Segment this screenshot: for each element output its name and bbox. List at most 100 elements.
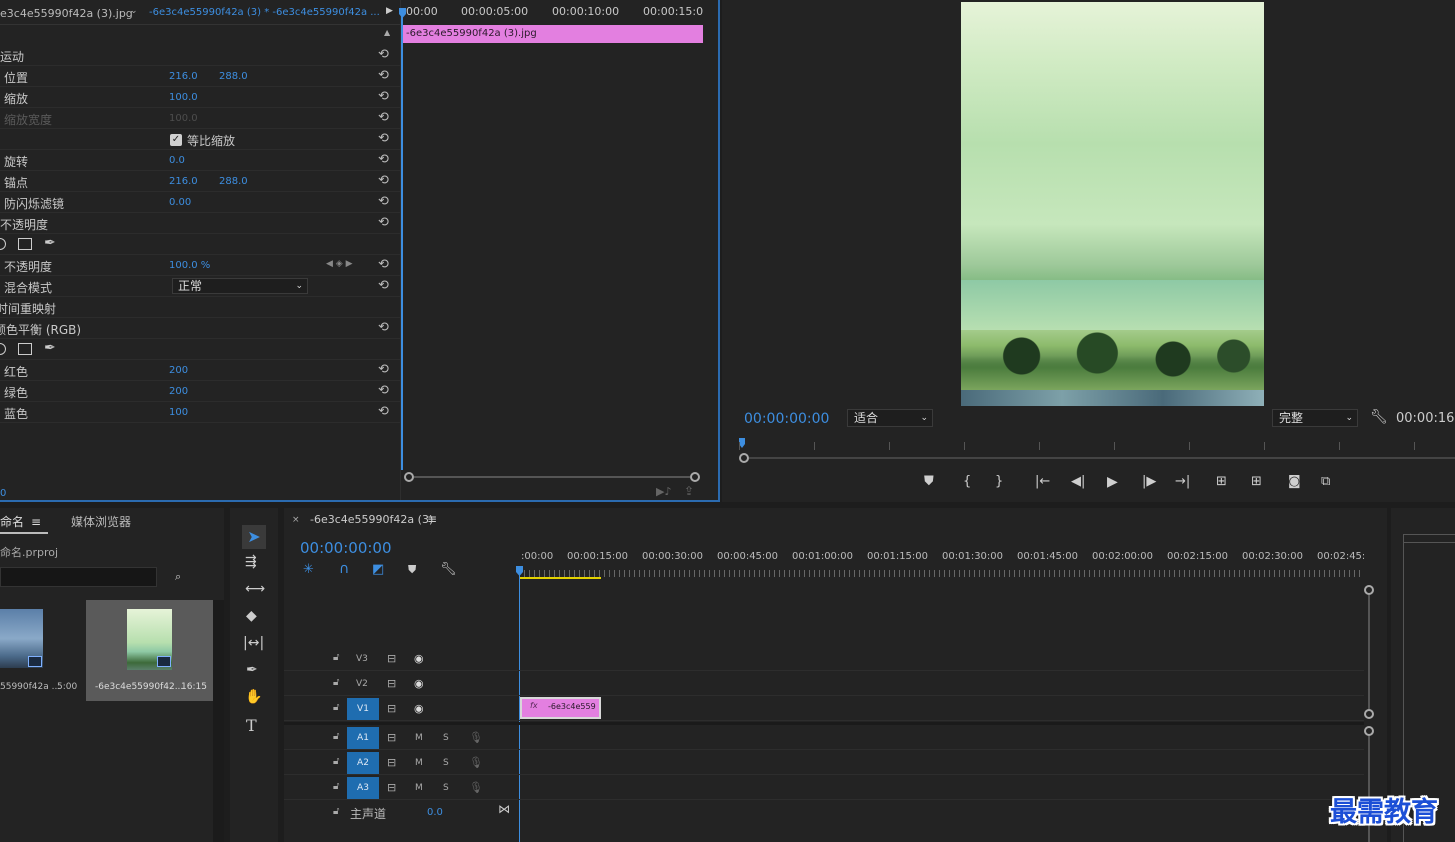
track-label[interactable]: V2 — [356, 679, 368, 689]
work-area-bar[interactable] — [519, 577, 601, 579]
linked-selection-icon[interactable]: ∩ — [339, 561, 349, 577]
blend-mode-dropdown[interactable]: 正常 ⌄ — [172, 278, 308, 294]
anchor-x[interactable]: 216.0 — [169, 176, 198, 187]
reset-icon[interactable]: ⟲ — [378, 89, 389, 104]
motion-row[interactable]: 运动 ⟲ — [0, 45, 400, 66]
project-search-input[interactable] — [0, 567, 157, 587]
microphone-icon[interactable]: 🎙︎ — [469, 756, 483, 769]
mute-button[interactable]: M — [415, 733, 423, 743]
eye-icon[interactable]: ◉ — [414, 652, 424, 665]
eye-icon[interactable]: ◉ — [414, 677, 424, 690]
timeline-ruler[interactable]: :00:00 00:00:15:00 00:00:30:00 00:00:45:… — [519, 548, 1364, 580]
lane-a3[interactable] — [519, 776, 1364, 800]
rotation-value[interactable]: 0.0 — [169, 155, 185, 166]
snap-icon[interactable]: ✳ — [303, 562, 314, 577]
reset-icon[interactable]: ⟲ — [378, 110, 389, 125]
scale-value[interactable]: 100.0 — [169, 92, 198, 103]
wrench-icon[interactable]: 🔧︎ — [1370, 409, 1388, 425]
opacity-section-row[interactable]: 不透明度 ⟲ — [0, 213, 400, 234]
reset-icon[interactable]: ⟲ — [378, 404, 389, 419]
audio-icon[interactable]: ▶♪ — [656, 485, 671, 498]
master-volume-value[interactable]: 0.0 — [427, 807, 443, 818]
solo-button[interactable]: S — [443, 783, 449, 793]
flicker-value[interactable]: 0.00 — [169, 197, 191, 208]
sync-lock-icon[interactable]: ⊟ — [387, 652, 396, 665]
playhead-timecode[interactable]: 00:00:00:00 — [744, 411, 829, 427]
timeline-settings-icon[interactable]: 🔧︎ — [440, 562, 457, 577]
selection-tool-icon[interactable]: ➤ — [242, 525, 266, 549]
lock-icon[interactable]: 🔓︎ — [333, 677, 339, 688]
reset-icon[interactable]: ⟲ — [378, 131, 389, 146]
lock-icon[interactable]: 🔓︎ — [333, 781, 339, 792]
monitor-scrubber[interactable] — [739, 438, 1455, 464]
pen-mask-icon[interactable]: ✒ — [44, 235, 56, 251]
position-x[interactable]: 216.0 — [169, 71, 198, 82]
menu-icon[interactable]: ≡ — [427, 512, 437, 526]
microphone-icon[interactable]: 🎙︎ — [469, 781, 483, 794]
red-value[interactable]: 200 — [169, 365, 188, 376]
sync-lock-icon[interactable]: ⊟ — [387, 781, 396, 794]
mute-button[interactable]: M — [415, 758, 423, 768]
rectangle-mask-icon[interactable] — [18, 343, 32, 355]
timeline-clip[interactable]: fx -6e3c4e559 — [520, 697, 601, 719]
source-clip-tab[interactable]: e3c4e55990f42a (3).jpg — [0, 7, 133, 20]
sequence-clip-tab[interactable]: -6e3c4e55990f42a (3) * -6e3c4e55990f42a … — [149, 7, 380, 18]
play-icon[interactable]: ▶ — [1107, 474, 1118, 490]
track-target-a2[interactable]: A2 — [347, 752, 379, 774]
project-scrollbar[interactable] — [213, 600, 224, 842]
new-bin-icon[interactable]: ⌕ — [175, 570, 181, 584]
lock-icon[interactable]: 🔓︎ — [333, 652, 339, 663]
go-to-out-icon[interactable]: →| — [1175, 474, 1190, 489]
type-tool-icon[interactable]: T — [246, 716, 257, 735]
mark-out-icon[interactable]: } — [995, 474, 1003, 489]
sync-lock-icon[interactable]: ⊟ — [387, 677, 396, 690]
mute-button[interactable]: M — [415, 783, 423, 793]
step-back-icon[interactable]: ◀| — [1071, 474, 1085, 489]
reset-icon[interactable]: ⟲ — [378, 257, 389, 272]
project-tab[interactable]: 命名 ≡ — [0, 513, 48, 534]
effect-playhead[interactable] — [401, 8, 403, 470]
track-target-a1[interactable]: A1 — [347, 727, 379, 749]
keyframe-nav-icon[interactable]: ◀ ◈ ▶ — [326, 259, 353, 269]
sync-lock-icon[interactable]: ⊟ — [387, 702, 396, 715]
lane-a2[interactable] — [519, 751, 1364, 775]
rectangle-mask-icon[interactable] — [18, 238, 32, 250]
timeline-timecode[interactable]: 00:00:00:00 — [300, 539, 392, 557]
sequence-tab[interactable]: -6e3c4e55990f42a (3) — [310, 513, 433, 526]
reset-icon[interactable]: ⟲ — [378, 152, 389, 167]
fit-dropdown[interactable]: 适合 ⌄ — [847, 409, 933, 427]
microphone-icon[interactable]: 🎙︎ — [469, 731, 483, 744]
extract-icon[interactable]: ⊞ — [1251, 474, 1262, 489]
razor-tool-icon[interactable]: ◆ — [246, 608, 257, 624]
slip-tool-icon[interactable]: |↔| — [243, 635, 264, 651]
mark-in-icon[interactable]: { — [963, 474, 971, 489]
lane-a1[interactable] — [519, 726, 1364, 750]
lock-icon[interactable]: 🔓︎ — [333, 702, 339, 713]
quality-dropdown[interactable]: 完整 ⌄ — [1272, 409, 1358, 427]
reset-icon[interactable]: ⟲ — [378, 383, 389, 398]
anchor-y[interactable]: 288.0 — [219, 176, 248, 187]
time-remap-row[interactable]: 时间重映射 — [0, 297, 400, 318]
reset-icon[interactable]: ⟲ — [378, 194, 389, 209]
project-item-selected[interactable]: -6e3c4e55990f42... 16:15 — [86, 600, 213, 701]
sync-lock-icon[interactable]: ⊟ — [387, 756, 396, 769]
position-y[interactable]: 288.0 — [219, 71, 248, 82]
solo-button[interactable]: S — [443, 733, 449, 743]
video-audio-divider[interactable] — [284, 722, 1364, 725]
reset-icon[interactable]: ⟲ — [378, 278, 389, 293]
collapse-arrow-icon[interactable]: ▲ — [384, 28, 390, 37]
reset-icon[interactable]: ⟲ — [378, 362, 389, 377]
track-select-tool-icon[interactable]: ⇶ — [245, 554, 257, 570]
project-item[interactable]: 55990f42a ... 5:00 — [0, 600, 86, 701]
reset-icon[interactable]: ⟲ — [378, 320, 389, 335]
effect-clip-bar[interactable]: -6e3c4e55990f42a (3).jpg — [402, 25, 703, 43]
ellipse-mask-icon[interactable] — [0, 238, 6, 250]
menu-icon[interactable]: ≡ — [31, 515, 41, 529]
pen-tool-icon[interactable]: ✒ — [246, 662, 258, 678]
comparison-view-icon[interactable]: ⧉ — [1321, 474, 1330, 489]
track-label[interactable]: V3 — [356, 654, 368, 664]
blue-value[interactable]: 100 — [169, 407, 188, 418]
go-to-end-icon[interactable]: ⋈ — [498, 802, 510, 816]
lane-v1[interactable] — [519, 697, 1364, 721]
eye-icon[interactable]: ◉ — [414, 702, 424, 715]
